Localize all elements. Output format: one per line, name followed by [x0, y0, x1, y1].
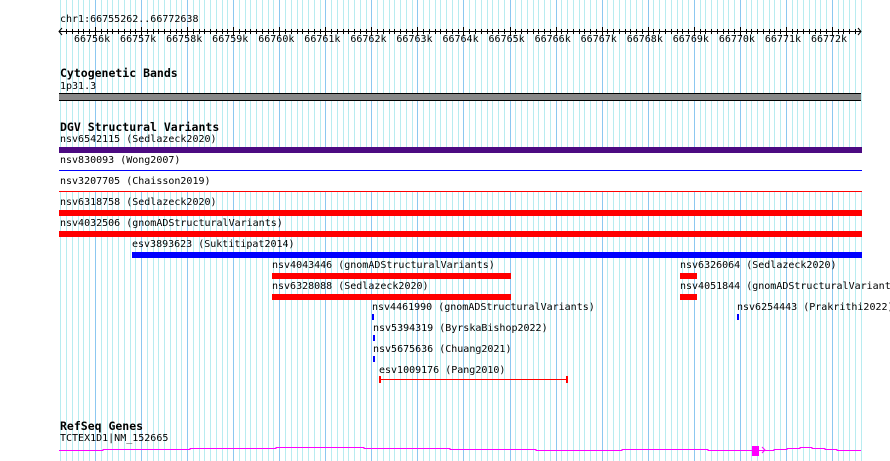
cytoband-track-title[interactable]: Cytogenetic Bands: [60, 67, 178, 79]
sv-label[interactable]: esv1009176 (Pang2010): [379, 365, 505, 377]
axis-tick-label: 66757k: [120, 34, 157, 45]
sv-label[interactable]: nsv6318758 (Sedlazeck2020): [60, 197, 217, 209]
axis-tick-label: 66772k: [810, 34, 848, 45]
position-label: chr1:66755262..66772638: [60, 14, 199, 25]
axis-tick-label: 66764k: [442, 34, 479, 45]
axis-tick-label: 66762k: [350, 34, 387, 45]
sv-feature[interactable]: [59, 170, 862, 171]
axis-tick-label: 66767k: [580, 34, 617, 45]
sv-feature[interactable]: [680, 294, 697, 300]
sv-label[interactable]: nsv6326064 (Sedlazeck2020): [680, 260, 837, 272]
axis-tick-label: 66758k: [166, 34, 203, 45]
dgv-track-title[interactable]: DGV Structural Variants: [60, 121, 219, 133]
cytoband-bar[interactable]: [59, 93, 861, 101]
gene-intron-line: [59, 447, 752, 451]
sv-label[interactable]: nsv6328088 (Sedlazeck2020): [272, 281, 429, 293]
axis-tick-label: 66761k: [304, 34, 341, 45]
sv-feature[interactable]: [272, 294, 511, 300]
refseq-track-title[interactable]: RefSeq Genes: [60, 420, 143, 432]
sv-feature[interactable]: [379, 379, 568, 380]
sv-interval-cap: [566, 376, 568, 383]
sv-feature[interactable]: [59, 191, 862, 192]
sv-feature[interactable]: [272, 273, 511, 279]
sv-feature[interactable]: [737, 314, 739, 320]
sv-label[interactable]: nsv6542115 (Sedlazeck2020): [60, 134, 217, 146]
axis-tick-label: 66770k: [718, 34, 755, 45]
sv-label[interactable]: nsv6254443 (Prakrithi2022): [737, 302, 890, 314]
sv-feature[interactable]: [132, 252, 862, 258]
sv-feature[interactable]: [373, 356, 375, 362]
gene-model[interactable]: [0, 440, 890, 460]
gene-utr-line: [759, 447, 861, 451]
axis-tick-label: 66765k: [488, 34, 525, 45]
axis-tick-label: 66768k: [626, 34, 663, 45]
sv-label[interactable]: nsv830093 (Wong2007): [60, 155, 180, 167]
sv-label[interactable]: esv3893623 (Suktitipat2014): [132, 239, 295, 251]
sv-feature[interactable]: [372, 314, 374, 320]
sv-label[interactable]: nsv3207705 (Chaisson2019): [60, 176, 211, 188]
sv-label[interactable]: nsv5675636 (Chuang2021): [373, 344, 511, 356]
sv-feature[interactable]: [680, 273, 697, 279]
sv-label[interactable]: nsv4032506 (gnomADStructuralVariants): [60, 218, 283, 230]
axis-tick-label: 66769k: [672, 34, 709, 45]
sv-label[interactable]: nsv4461990 (gnomADStructuralVariants): [372, 302, 595, 314]
sv-label[interactable]: nsv4043446 (gnomADStructuralVariants): [272, 260, 495, 272]
axis-tick-label: 66759k: [212, 34, 249, 45]
sv-interval-cap: [379, 376, 381, 383]
sv-feature[interactable]: [59, 231, 862, 237]
gene-exon: [752, 446, 759, 456]
axis-tick-label: 66760k: [258, 34, 295, 45]
sv-feature[interactable]: [59, 210, 862, 216]
cytoband-label: 1p31.3: [60, 81, 97, 92]
sv-label[interactable]: nsv4051844 (gnomADStructuralVariants): [680, 281, 890, 293]
axis-tick-label: 66766k: [534, 34, 571, 45]
sv-feature[interactable]: [373, 335, 375, 341]
sv-feature[interactable]: [59, 147, 862, 153]
axis-tick-label: 66771k: [764, 34, 802, 45]
sv-label[interactable]: nsv5394319 (ByrskaBishop2022): [373, 323, 548, 335]
axis-tick-label: 66756k: [74, 34, 111, 45]
axis-tick-label: 66763k: [396, 34, 433, 45]
